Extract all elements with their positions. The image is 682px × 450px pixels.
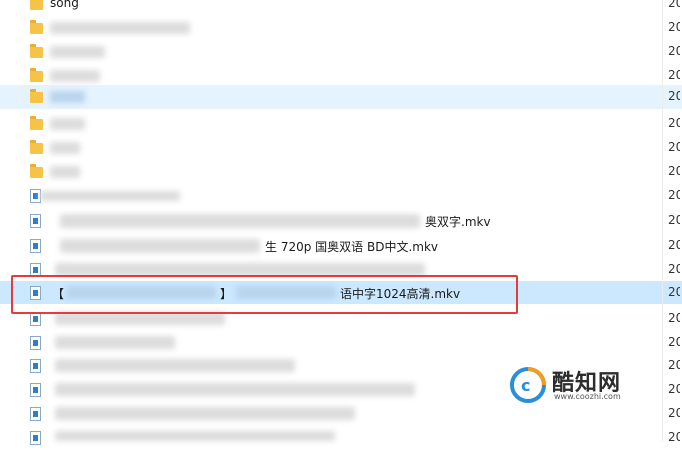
file-date: 20 xyxy=(668,430,680,444)
file-date: 20 xyxy=(668,140,680,154)
svg-text:c: c xyxy=(521,376,530,395)
video-file-icon xyxy=(30,239,41,253)
redacted-name xyxy=(50,142,80,154)
folder-icon xyxy=(30,116,43,130)
file-date: 20 xyxy=(668,262,680,276)
file-date: 20 xyxy=(668,406,680,420)
watermark: c 酷知网 www.coozhi.com xyxy=(510,365,650,405)
redacted-name xyxy=(60,214,420,228)
file-name: 奥双字.mkv xyxy=(425,215,491,229)
file-date: 20 xyxy=(668,238,680,252)
file-date: 20 xyxy=(668,0,680,10)
list-item[interactable]: 20 xyxy=(0,85,682,109)
folder-icon xyxy=(30,0,43,10)
file-date: 20 xyxy=(668,285,680,299)
list-item[interactable]: 20 xyxy=(0,16,682,40)
file-date: 20 xyxy=(668,89,680,103)
redacted-name xyxy=(50,118,85,130)
redacted-name xyxy=(55,407,355,420)
list-item[interactable]: 生 720p 国奥双语 BD中文.mkv 20 xyxy=(0,234,682,258)
folder-icon xyxy=(30,68,43,82)
folder-icon xyxy=(30,164,43,178)
coozhi-logo-icon: c xyxy=(510,367,546,403)
list-item[interactable]: 20 xyxy=(0,426,682,450)
file-date: 20 xyxy=(668,116,680,130)
redacted-name xyxy=(50,46,105,58)
video-file-icon xyxy=(30,407,41,421)
file-date: 20 xyxy=(668,311,680,325)
watermark-url: www.coozhi.com xyxy=(554,392,621,401)
folder-icon xyxy=(30,20,43,34)
file-name: song xyxy=(50,0,79,10)
file-name: 生 720p 国奥双语 BD中文.mkv xyxy=(265,240,438,254)
file-date: 20 xyxy=(668,335,680,349)
list-item[interactable]: 20 xyxy=(0,112,682,136)
list-item[interactable]: 20 xyxy=(0,136,682,160)
redacted-name xyxy=(55,336,175,349)
file-date: 20 xyxy=(668,44,680,58)
redacted-name xyxy=(50,70,100,82)
video-file-icon xyxy=(30,431,41,445)
redacted-name xyxy=(55,359,295,372)
highlight-annotation-box xyxy=(11,275,518,314)
video-file-icon xyxy=(30,312,41,326)
redacted-name xyxy=(50,91,85,103)
folder-icon xyxy=(30,89,43,103)
list-item[interactable]: song 20 xyxy=(0,0,682,16)
folder-icon xyxy=(30,44,43,58)
video-file-icon xyxy=(30,383,41,397)
list-item[interactable]: 20 xyxy=(0,184,682,208)
redacted-name xyxy=(50,22,190,34)
redacted-name xyxy=(55,383,415,396)
file-date: 20 xyxy=(668,188,680,202)
file-date: 20 xyxy=(668,213,680,227)
folder-icon xyxy=(30,140,43,154)
redacted-name xyxy=(60,239,260,253)
list-item[interactable]: 20 xyxy=(0,402,682,426)
list-item[interactable]: 20 xyxy=(0,40,682,64)
file-date: 20 xyxy=(668,20,680,34)
video-file-icon xyxy=(30,359,41,373)
video-file-icon xyxy=(30,214,41,228)
file-date: 20 xyxy=(668,358,680,372)
list-item[interactable]: 奥双字.mkv 20 xyxy=(0,209,682,233)
redacted-name xyxy=(55,431,335,441)
video-file-icon xyxy=(30,336,41,350)
file-date: 20 xyxy=(668,68,680,82)
list-item[interactable]: 20 xyxy=(0,160,682,184)
column-divider xyxy=(662,0,663,441)
list-item[interactable]: 20 xyxy=(0,331,682,355)
redacted-name xyxy=(40,191,180,201)
file-date: 20 xyxy=(668,382,680,396)
file-date: 20 xyxy=(668,164,680,178)
redacted-name xyxy=(50,166,80,178)
